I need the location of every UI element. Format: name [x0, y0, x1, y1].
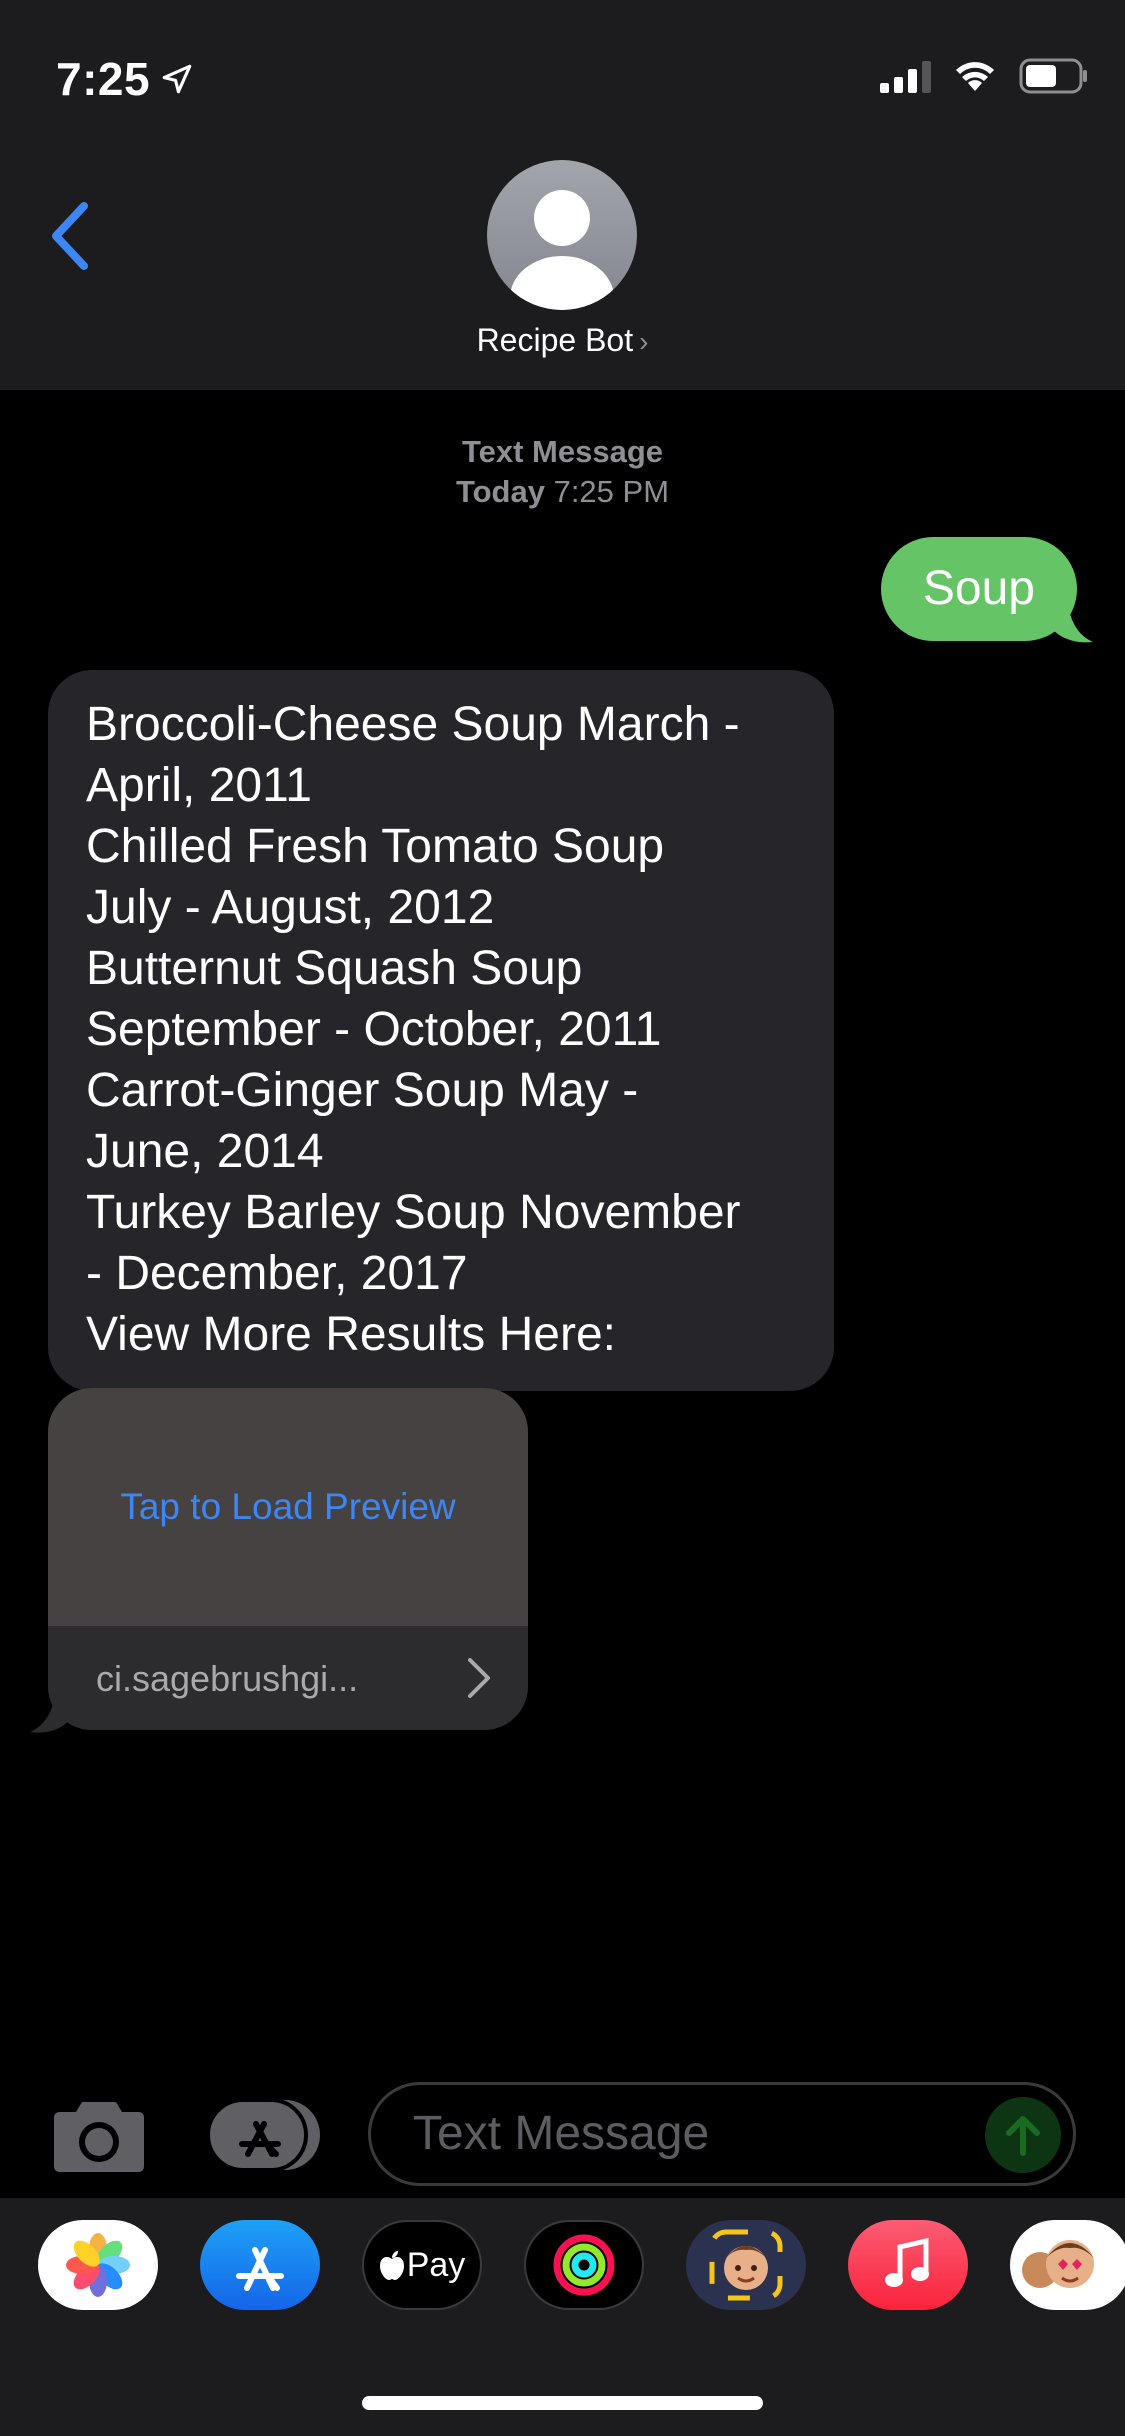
person-silhouette-icon [510, 190, 614, 310]
recipe-line: - December, 2017 [86, 1247, 468, 1300]
app-store-icon [206, 2098, 320, 2172]
photos-app-icon[interactable] [38, 2220, 158, 2310]
music-app-icon[interactable] [848, 2220, 968, 2310]
link-preview-card[interactable]: Tap to Load Preview ci.sagebrushgi... [48, 1388, 528, 1730]
day-label: Today [455, 474, 545, 509]
status-bar-time: 7:25 [56, 52, 194, 106]
recipe-line: April, 2011 [86, 759, 312, 812]
app-store-app-icon[interactable] [200, 2220, 320, 2310]
status-bar-indicators [880, 58, 1089, 94]
link-url: ci.sagebrushgi... [96, 1658, 359, 1699]
chevron-right-icon: › [639, 326, 649, 357]
app-store-a-icon [236, 2247, 284, 2291]
contact-name-button[interactable]: Recipe Bot › [0, 322, 1125, 359]
message-input[interactable]: Text Message [368, 2082, 1076, 2186]
recipe-line: View More Results Here: [86, 1308, 616, 1361]
message-timestamp: Text Message Today 7:25 PM [0, 432, 1125, 512]
recipe-line: Carrot-Ginger Soup May - [86, 1064, 639, 1117]
tap-to-load-label: Tap to Load Preview [120, 1486, 456, 1527]
location-arrow-icon [162, 64, 192, 94]
wifi-icon [956, 62, 994, 91]
contact-name: Recipe Bot [476, 322, 634, 358]
recipe-line: Turkey Barley Soup November [86, 1186, 741, 1239]
home-indicator[interactable] [362, 2396, 763, 2410]
memoji-stickers-app-icon[interactable] [1010, 2220, 1125, 2310]
photos-flower-icon [66, 2233, 130, 2297]
time-label: 7:25 PM [553, 474, 670, 509]
apple-logo-icon [379, 2251, 404, 2280]
apps-button[interactable] [206, 2098, 320, 2172]
recipe-line: July - August, 2012 [86, 881, 495, 934]
camera-icon[interactable] [52, 2098, 146, 2174]
memoji-stickers-icon [1022, 2240, 1094, 2288]
send-button[interactable] [985, 2097, 1061, 2173]
sent-message-bubble[interactable]: Soup [880, 537, 1077, 641]
activity-app-icon[interactable] [524, 2220, 644, 2310]
link-url-bar[interactable]: ci.sagebrushgi... [48, 1626, 528, 1730]
activity-rings-icon [553, 2234, 615, 2296]
music-note-icon [885, 2237, 929, 2287]
received-message-bubble[interactable]: Broccoli-Cheese Soup March - April, 2011… [48, 670, 834, 1391]
recipe-line: Broccoli-Cheese Soup March - [86, 698, 740, 751]
message-input-placeholder: Text Message [413, 2107, 710, 2160]
chevron-left-icon[interactable] [44, 196, 94, 276]
recipe-line: Chilled Fresh Tomato Soup [86, 820, 665, 873]
recipe-line: September - October, 2011 [86, 1003, 662, 1056]
service-label: Text Message [461, 434, 663, 469]
recipe-line: Butternut Squash Soup [86, 942, 583, 995]
tap-to-load-preview[interactable]: Tap to Load Preview [48, 1388, 528, 1626]
cellular-signal-icon [880, 59, 931, 93]
apple-pay-app-icon[interactable]: Pay [362, 2220, 482, 2310]
apple-pay-label: Pay [406, 2245, 466, 2284]
chevron-right-icon [468, 1658, 490, 1698]
clock-time: 7:25 [56, 53, 151, 105]
memoji-face-icon [709, 2229, 783, 2301]
battery-icon [1019, 58, 1087, 94]
memoji-camera-app-icon[interactable] [686, 2220, 806, 2310]
recipe-line: June, 2014 [86, 1125, 324, 1178]
contact-avatar[interactable] [487, 160, 637, 310]
arrow-up-icon [1006, 2116, 1040, 2156]
